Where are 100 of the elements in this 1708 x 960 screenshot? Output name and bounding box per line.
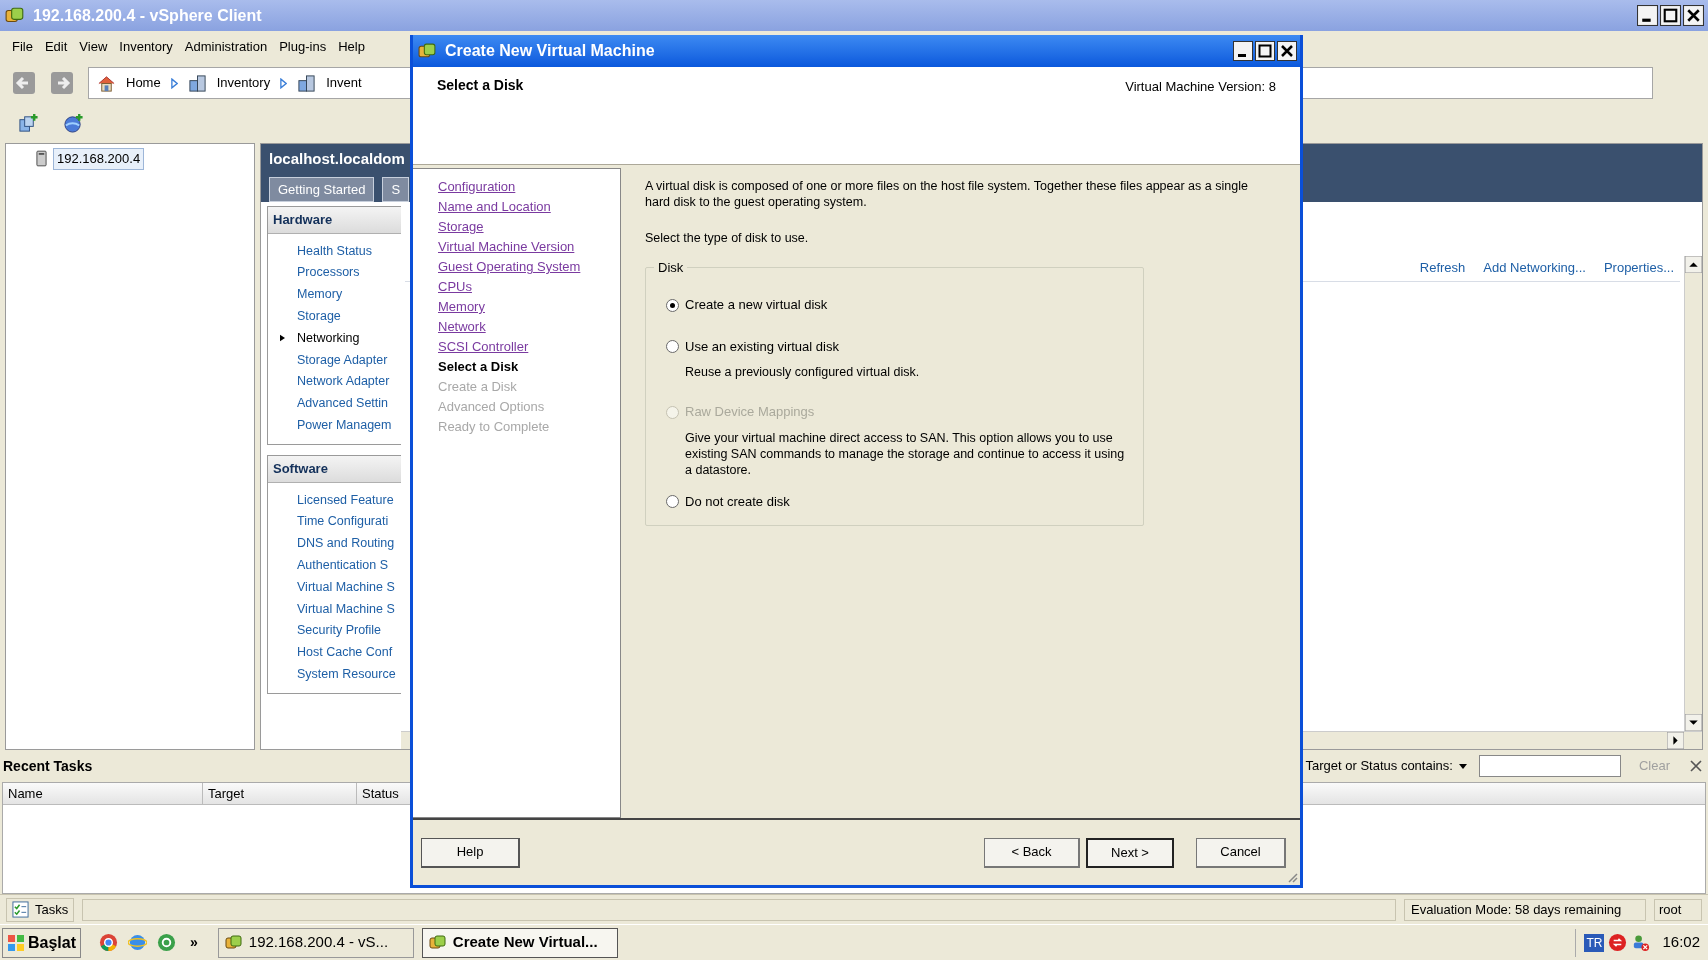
server-icon xyxy=(297,73,317,93)
section-link[interactable]: Virtual Machine S xyxy=(297,577,395,597)
section-link[interactable]: Host Cache Conf xyxy=(297,643,393,662)
add-host-icon[interactable] xyxy=(18,112,39,134)
step-link[interactable]: Name and Location xyxy=(438,197,620,217)
maximize-icon[interactable] xyxy=(1255,41,1275,61)
app-icon xyxy=(224,933,243,952)
dropdown-caret-icon[interactable] xyxy=(1458,763,1467,769)
media-player-icon[interactable] xyxy=(157,933,177,952)
sync-icon[interactable] xyxy=(1608,933,1628,952)
breadcrumb-link[interactable]: Inventory xyxy=(216,73,271,93)
step-link[interactable]: SCSI Controller xyxy=(438,337,620,357)
section-title: Hardware xyxy=(268,207,401,234)
radio-button[interactable] xyxy=(666,298,679,312)
step-link[interactable]: Virtual Machine Version xyxy=(438,237,620,257)
minimize-icon[interactable] xyxy=(1233,41,1253,61)
menu-item[interactable]: View xyxy=(73,37,114,57)
step-link[interactable]: Configuration xyxy=(438,177,620,197)
menu-item[interactable]: Help xyxy=(332,37,371,57)
windows-logo-icon xyxy=(7,933,25,952)
scroll-right-icon[interactable] xyxy=(1667,732,1684,749)
close-icon[interactable] xyxy=(1683,5,1704,26)
menu-item[interactable]: Administration xyxy=(178,37,274,57)
menu-item[interactable]: File xyxy=(6,37,39,57)
section-link[interactable]: Networking xyxy=(297,328,360,348)
close-icon[interactable] xyxy=(1277,41,1297,61)
section-link[interactable]: Power Managem xyxy=(297,415,392,435)
section-link[interactable]: Licensed Feature xyxy=(297,490,394,510)
more-icons-button[interactable]: » xyxy=(190,932,198,953)
cancel-button[interactable]: Cancel xyxy=(1196,837,1286,868)
section-link[interactable]: Storage Adapter xyxy=(297,350,388,370)
action-link[interactable]: Properties... xyxy=(1603,257,1674,278)
section-link[interactable]: Storage xyxy=(297,306,341,326)
step-link[interactable]: Storage xyxy=(438,217,620,237)
resize-grip-icon[interactable] xyxy=(1286,871,1298,883)
chrome-icon[interactable] xyxy=(99,933,119,952)
section-link[interactable]: Memory xyxy=(297,285,343,304)
taskbar-button[interactable]: Create New Virtual... xyxy=(421,927,618,958)
radio-button[interactable] xyxy=(666,495,679,508)
panel-title: localhost.localdom xyxy=(269,149,406,169)
minimize-icon[interactable] xyxy=(1637,5,1658,26)
network-error-icon[interactable] xyxy=(1631,933,1651,952)
step-label: Ready to Complete xyxy=(438,418,551,436)
section-link[interactable]: Processors xyxy=(297,263,360,283)
section-link[interactable]: Authentication S xyxy=(297,556,389,575)
tasks-button[interactable]: Tasks xyxy=(6,897,75,922)
option-label[interactable]: Do not create disk xyxy=(685,491,790,512)
host-icon xyxy=(36,150,47,168)
breadcrumb-link[interactable]: Home xyxy=(126,73,161,93)
filter-field[interactable] xyxy=(1478,755,1621,777)
section-link[interactable]: Security Profile xyxy=(297,621,382,641)
radio-button[interactable] xyxy=(666,340,679,353)
recent-tasks-title: Recent Tasks xyxy=(3,756,93,776)
next-button[interactable]: Next > xyxy=(1086,837,1174,868)
vertical-scrollbar[interactable] xyxy=(1684,256,1702,731)
menu-item[interactable]: Plug-ins xyxy=(273,37,333,57)
taskbar-button[interactable]: 192.168.200.4 - vS... xyxy=(217,927,414,958)
maximize-icon[interactable] xyxy=(1660,5,1681,26)
section-link[interactable]: Virtual Machine S xyxy=(297,599,395,619)
step-label: Advanced Options xyxy=(438,398,546,416)
column-header[interactable]: Name xyxy=(3,783,203,804)
action-link[interactable]: Refresh xyxy=(1419,257,1466,278)
server-icon xyxy=(187,73,207,93)
filter-label[interactable]: Target or Status contains: xyxy=(1305,756,1453,776)
action-link[interactable]: Add Networking... xyxy=(1483,257,1586,278)
section-link[interactable]: System Resource xyxy=(297,665,396,684)
option-label[interactable]: Create a new virtual disk xyxy=(685,295,828,315)
section-title: Software xyxy=(268,456,401,484)
section-link[interactable]: Advanced Settin xyxy=(297,394,389,413)
breadcrumb-link[interactable]: Invent xyxy=(326,73,362,93)
option-label[interactable]: Use an existing virtual disk xyxy=(685,336,839,357)
scroll-up-icon[interactable] xyxy=(1685,256,1702,273)
step-link[interactable]: Guest Operating System xyxy=(438,257,620,277)
section-link[interactable]: Health Status xyxy=(297,241,373,261)
browser-icon[interactable] xyxy=(128,933,148,952)
back-button[interactable]: < Back xyxy=(984,837,1080,868)
step-link[interactable]: Memory xyxy=(438,297,620,317)
clock: 16:02 xyxy=(1662,932,1700,953)
section-link[interactable]: DNS and Routing xyxy=(297,534,395,554)
language-indicator[interactable]: TR xyxy=(1584,933,1605,952)
step-link[interactable]: CPUs xyxy=(438,277,620,297)
scroll-down-icon[interactable] xyxy=(1685,714,1702,731)
window-title: 192.168.200.4 - vSphere Client xyxy=(33,5,262,26)
tree-item[interactable]: 192.168.200.4 xyxy=(53,148,145,170)
close-icon[interactable] xyxy=(1690,760,1702,772)
step-link[interactable]: Network xyxy=(438,317,620,337)
intro-text: A virtual disk is composed of one or more files on the host file system. Together these files appear as a single hard disk to the guest operating system. xyxy=(645,178,1249,210)
dialog-title: Create New Virtual Machine xyxy=(445,41,655,61)
add-network-icon[interactable] xyxy=(63,112,84,134)
help-button[interactable]: Help xyxy=(421,837,520,868)
option-description: Give your virtual machine direct access to SAN. This option allows you to use existing SAN commands to manage the storage and continue to access it using a datastore. xyxy=(685,429,1125,478)
section-link[interactable]: Network Adapter xyxy=(297,372,390,392)
column-header[interactable]: Target xyxy=(203,783,357,804)
section-link[interactable]: Time Configurati xyxy=(297,512,389,532)
option-description: Reuse a previously configured virtual disk. xyxy=(685,364,921,381)
menu-item[interactable]: Edit xyxy=(38,37,74,57)
start-button[interactable]: Başlat xyxy=(2,927,82,958)
evaluation-status: Evaluation Mode: 58 days remaining xyxy=(1404,898,1646,921)
step-label: Create a Disk xyxy=(438,378,518,396)
menu-item[interactable]: Inventory xyxy=(113,37,179,57)
